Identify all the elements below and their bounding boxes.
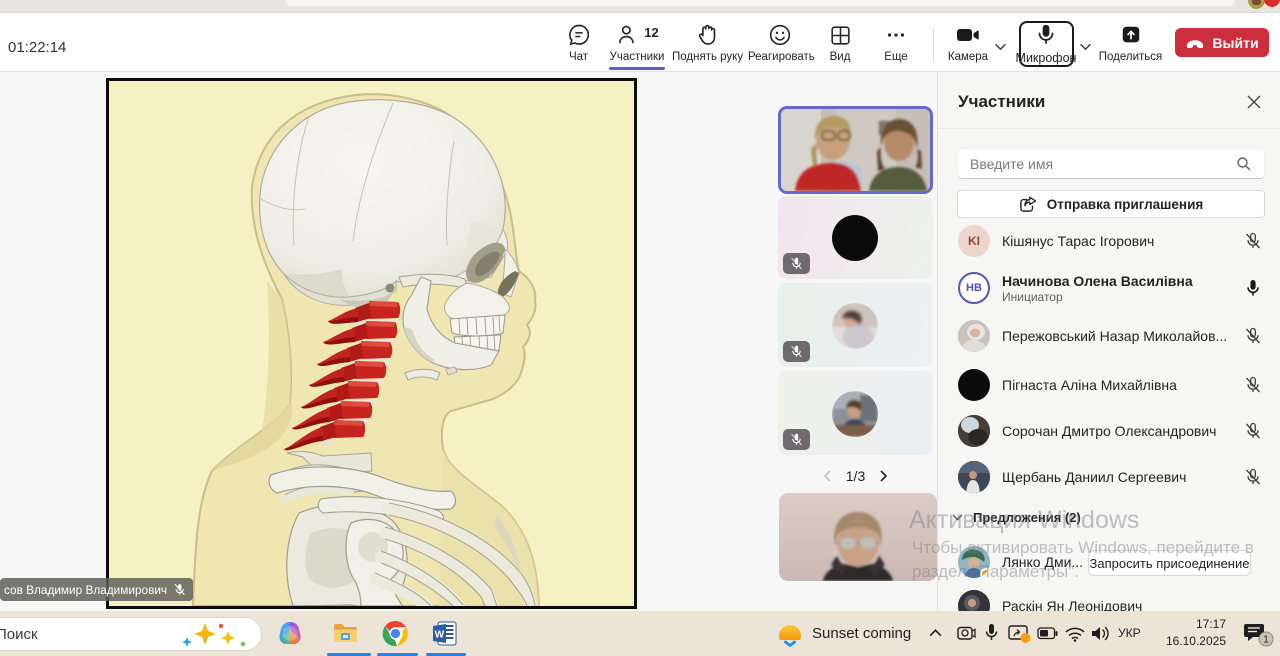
svg-text:1: 1 [1263,635,1269,646]
svg-text:W: W [434,629,444,640]
